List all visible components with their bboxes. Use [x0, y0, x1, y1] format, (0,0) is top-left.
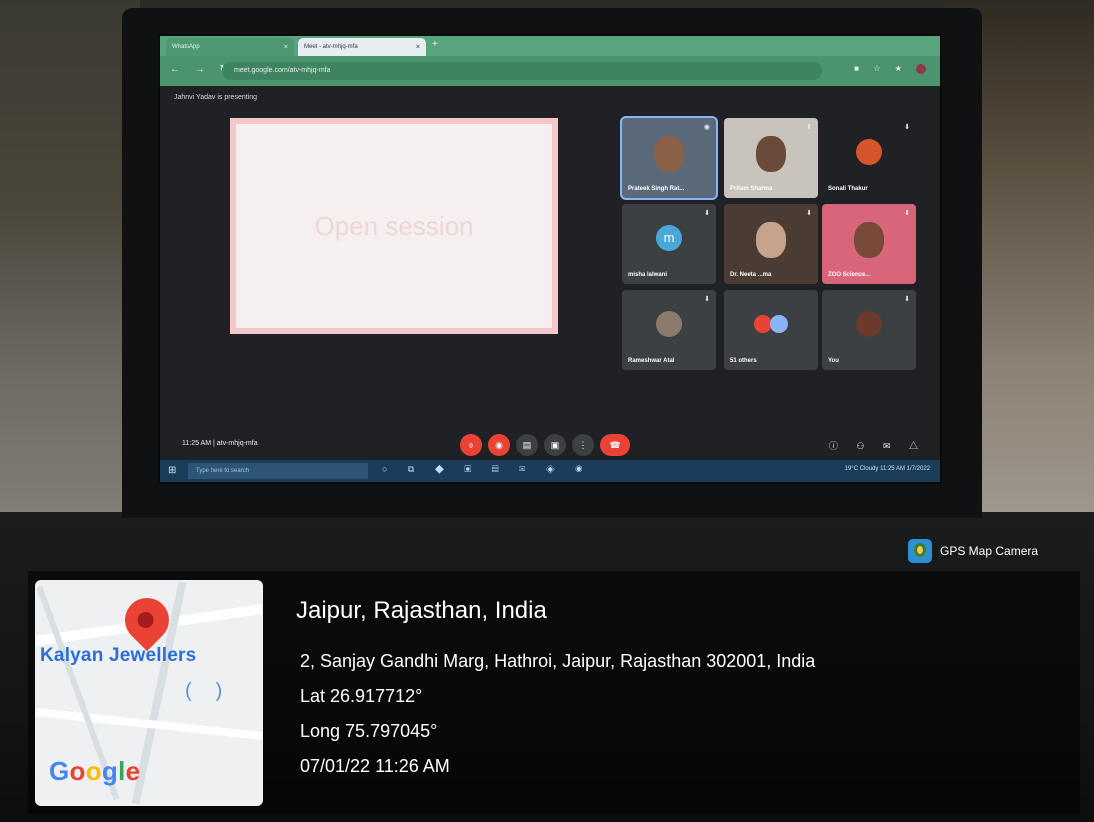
- leave-call-button[interactable]: ☎: [600, 434, 630, 456]
- mic-off-icon: ⬇: [904, 124, 910, 131]
- avatar: [656, 310, 682, 337]
- mic-toggle-button[interactable]: ⌽: [460, 434, 482, 456]
- participant-name: ZOO Science...: [828, 272, 871, 278]
- more-options-button[interactable]: ⋮: [572, 434, 594, 456]
- longitude-line: Long 75.797045°: [300, 721, 438, 741]
- taskbar-clock: 11:25 AM 1/7/2022: [880, 466, 930, 472]
- participant-name: You: [828, 358, 839, 364]
- participant-tile[interactable]: ◉ Prateek Singh Rat...: [622, 118, 716, 198]
- participant-tile[interactable]: ⬇ Pritam Sharma: [724, 118, 818, 198]
- participant-name: Rameshwar Atal: [628, 358, 675, 364]
- avatar: [769, 314, 788, 333]
- profile-avatar[interactable]: [916, 64, 926, 74]
- mic-off-icon: ⬇: [806, 210, 812, 217]
- avatar: [856, 310, 882, 337]
- captions-button[interactable]: ▤: [516, 434, 538, 456]
- mic-off-icon: ⬇: [806, 124, 812, 131]
- taskbar-app-icons[interactable]: ○ ⧉ ◆ ▣ ▤ ✉ ◈ ◉: [382, 464, 591, 475]
- close-icon[interactable]: ×: [416, 44, 420, 51]
- close-icon[interactable]: ×: [284, 44, 288, 51]
- browser-chrome: WhatsApp × Meet - atv-mhjq-mfa × + ← → ↻…: [160, 36, 940, 86]
- mic-off-icon: ⬇: [704, 210, 710, 217]
- gps-camera-badge: GPS Map Camera: [908, 539, 1038, 563]
- slide-title: Open session: [314, 210, 474, 241]
- tab-label: Meet - atv-mhjq-mfa: [304, 44, 358, 50]
- participant-name: misha lalwani: [628, 272, 668, 278]
- address-bar: ← → ↻ meet.google.com/atv-mhjq-mfa ■ ☆ ★: [160, 56, 940, 86]
- mic-off-icon: ⬇: [704, 296, 710, 303]
- google-logo: Google: [49, 756, 141, 786]
- participant-tile[interactable]: ⬇ Sonali Thakur: [822, 118, 916, 198]
- participant-name: Sonali Thakur: [828, 186, 868, 192]
- participant-tile[interactable]: ⬇ ZOO Science...: [822, 204, 916, 284]
- participant-video: [854, 222, 884, 258]
- map-thumbnail: Kalyan Jewellers () Google: [35, 580, 263, 806]
- participant-name: 51 others: [730, 358, 757, 364]
- address-line: 2, Sanjay Gandhi Marg, Hathroi, Jaipur, …: [300, 651, 816, 671]
- gps-camera-label: GPS Map Camera: [940, 544, 1039, 558]
- map-marker-brackets: (): [185, 680, 247, 702]
- meet-controls: 11:25 AM | atv-mhjq-mfa ⌽ ◉ ▤ ▣ ⋮ ☎ ⓘ ⚇ …: [160, 430, 940, 460]
- participant-tile[interactable]: 51 others: [724, 290, 818, 370]
- participant-tile[interactable]: ⬇ Rameshwar Atal: [622, 290, 716, 370]
- toolbar-icons[interactable]: ■ ☆ ★: [854, 64, 926, 74]
- participant-name: Dr. Neeta ...ma: [730, 272, 772, 278]
- windows-taskbar: ⊞ Type here to search ○ ⧉ ◆ ▣ ▤ ✉ ◈ ◉ 19…: [160, 460, 940, 482]
- system-tray: 19°C Cloudy 11:25 AM 1/7/2022: [845, 466, 930, 472]
- tab-label: WhatsApp: [172, 44, 200, 50]
- participant-video: [654, 136, 684, 172]
- participant-grid: ◉ Prateek Singh Rat... ⬇ Pritam Sharma ⬇…: [622, 118, 918, 370]
- participant-tile[interactable]: ⬇ You: [822, 290, 916, 370]
- gps-map-camera-icon: [908, 539, 932, 563]
- meeting-time-code: 11:25 AM | atv-mhjq-mfa: [182, 440, 258, 447]
- latitude-line: Lat 26.917712°: [300, 686, 423, 706]
- slide-content: Open session: [236, 124, 552, 328]
- audio-icon: ◉: [703, 124, 710, 131]
- url-field[interactable]: meet.google.com/atv-mhjq-mfa: [222, 62, 822, 80]
- tab-whatsapp[interactable]: WhatsApp ×: [166, 38, 294, 56]
- laptop-screen: WhatsApp × Meet - atv-mhjq-mfa × + ← → ↻…: [160, 36, 940, 482]
- participant-tile[interactable]: ⬇ Dr. Neeta ...ma: [724, 204, 818, 284]
- datetime-line: 07/01/22 11:26 AM: [300, 756, 450, 776]
- new-tab-icon[interactable]: +: [432, 39, 438, 50]
- participant-video: [756, 136, 786, 172]
- participant-name: Pritam Sharma: [730, 186, 773, 192]
- mic-off-icon: ⬇: [904, 296, 910, 303]
- present-button[interactable]: ▣: [544, 434, 566, 456]
- participant-name: Prateek Singh Rat...: [628, 186, 685, 192]
- location-title: Jaipur, Rajasthan, India: [296, 597, 547, 624]
- camera-toggle-button[interactable]: ◉: [488, 434, 510, 456]
- taskbar-search[interactable]: Type here to search: [188, 463, 368, 479]
- mic-off-icon: ⬇: [904, 210, 910, 217]
- meet-side-icons[interactable]: ⓘ ⚇ ✉ △: [829, 439, 926, 452]
- participant-video: [756, 222, 786, 258]
- avatar: m: [656, 224, 682, 251]
- tab-bar: WhatsApp × Meet - atv-mhjq-mfa × +: [160, 36, 940, 56]
- tab-meet[interactable]: Meet - atv-mhjq-mfa ×: [298, 38, 426, 56]
- windows-start-icon[interactable]: ⊞: [168, 465, 176, 476]
- avatar: [856, 138, 882, 165]
- meet-window: Jahnvi Yadav is presenting Open session …: [160, 86, 940, 460]
- presentation-slide: Open session: [230, 118, 558, 334]
- participant-tile[interactable]: m ⬇ misha lalwani: [622, 204, 716, 284]
- weather-label: 19°C Cloudy: [844, 466, 879, 472]
- presenting-label: Jahnvi Yadav is presenting: [174, 94, 258, 101]
- map-place-label: Kalyan Jewellers: [40, 645, 197, 666]
